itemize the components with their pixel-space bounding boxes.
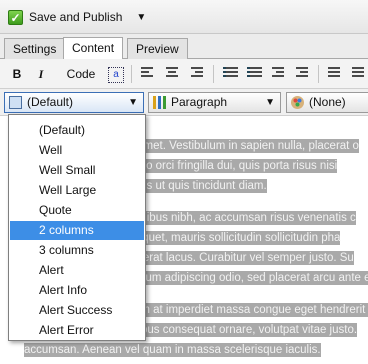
menu-item-alert[interactable]: Alert — [10, 261, 144, 280]
class-select-value: (None) — [309, 95, 346, 109]
palette-icon — [291, 96, 304, 109]
insert-text-button[interactable]: a — [107, 64, 125, 84]
numbered-list-icon[interactable] — [247, 67, 262, 79]
menu-item-default[interactable]: (Default) — [10, 121, 144, 140]
toolbar-separator — [318, 65, 319, 83]
publish-dropdown-arrow-icon[interactable]: ▼ — [136, 12, 146, 23]
indent-icon[interactable] — [296, 67, 308, 79]
style-select-value: (Default) — [27, 95, 74, 109]
toolbar-separator — [213, 65, 214, 83]
document-icon — [9, 96, 22, 109]
format-select-value: Paragraph — [171, 95, 228, 109]
style-selects-row: (Default) ▼ Paragraph ▼ (None) — [0, 89, 368, 116]
checkmark-icon: ✓ — [8, 9, 23, 25]
class-select[interactable]: (None) — [286, 92, 368, 113]
menu-item-well-large[interactable]: Well Large — [10, 181, 144, 200]
menu-item-alert-info[interactable]: Alert Info — [10, 281, 144, 300]
link-icon[interactable] — [328, 67, 340, 79]
unlink-icon[interactable] — [352, 67, 364, 79]
style-select[interactable]: (Default) ▼ — [4, 92, 144, 113]
bars-icon — [153, 96, 166, 109]
toolbar-separator — [131, 65, 132, 83]
save-and-publish-label: Save and Publish — [29, 10, 123, 24]
chevron-down-icon: ▼ — [128, 97, 138, 108]
bulleted-list-icon[interactable] — [223, 67, 238, 79]
tab-content[interactable]: Content — [63, 37, 124, 59]
menu-item-3-columns[interactable]: 3 columns — [10, 241, 144, 260]
tab-preview[interactable]: Preview — [127, 38, 188, 59]
tab-strip: Settings Content Preview — [0, 34, 368, 59]
code-button[interactable]: Code — [64, 64, 98, 84]
menu-item-alert-success[interactable]: Alert Success — [10, 301, 144, 320]
align-left-icon[interactable] — [141, 67, 153, 79]
save-and-publish-button[interactable]: ✓ Save and Publish ▼ — [8, 7, 146, 27]
formatting-toolbar: B I Code a — [0, 59, 368, 89]
bold-button[interactable]: B — [8, 64, 26, 84]
text-box-icon: a — [108, 66, 124, 83]
tab-settings[interactable]: Settings — [4, 38, 66, 59]
text-line: accumsan. Aenean vel quam in massa scele… — [24, 343, 321, 357]
align-right-icon[interactable] — [191, 67, 203, 79]
menu-item-well[interactable]: Well — [10, 141, 144, 160]
style-dropdown-menu: (Default) Well Well Small Well Large Quo… — [8, 114, 146, 341]
chevron-down-icon: ▼ — [265, 97, 275, 108]
menu-item-2-columns[interactable]: 2 columns — [10, 221, 144, 240]
menu-item-quote[interactable]: Quote — [10, 201, 144, 220]
menu-item-well-small[interactable]: Well Small — [10, 161, 144, 180]
italic-button[interactable]: I — [32, 64, 50, 84]
format-select[interactable]: Paragraph ▼ — [148, 92, 281, 113]
menu-item-alert-error[interactable]: Alert Error — [10, 321, 144, 340]
align-center-icon[interactable] — [166, 67, 178, 79]
top-toolbar: ✓ Save and Publish ▼ — [0, 0, 368, 34]
outdent-icon[interactable] — [272, 67, 284, 79]
